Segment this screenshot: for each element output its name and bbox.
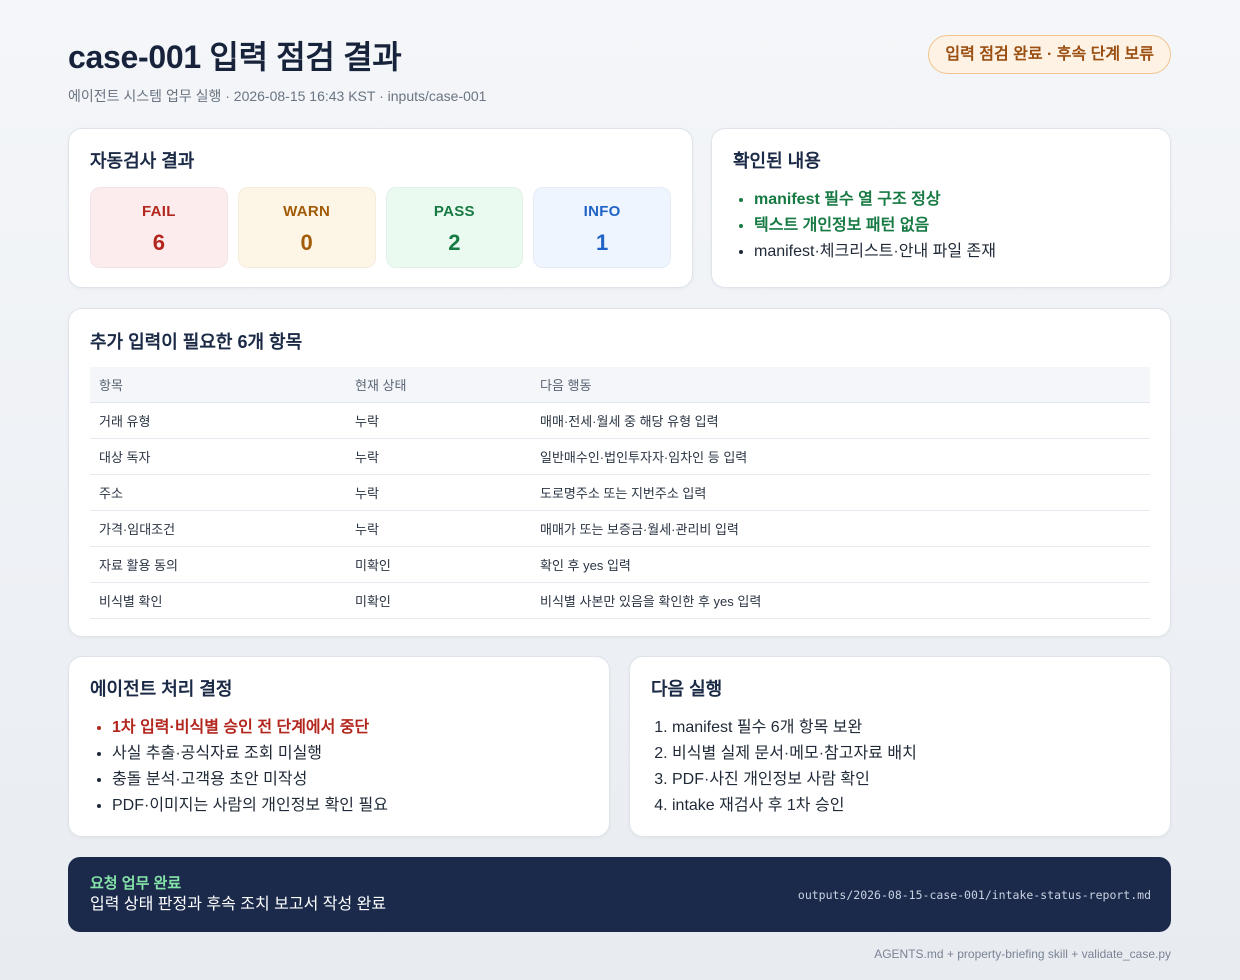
- cell-action: 매매가 또는 보증금·월세·관리비 입력: [531, 510, 1150, 547]
- card-title: 에이전트 처리 결정: [90, 679, 233, 699]
- cell-action: 일반매수인·법인투자자·임차인 등 입력: [531, 438, 1150, 475]
- cell-status: 누락: [346, 402, 531, 439]
- confirmed-card: 확인된 내용 manifest 필수 열 구조 정상 텍스트 개인정보 패턴 없…: [711, 128, 1171, 288]
- confirmed-list: manifest 필수 열 구조 정상 텍스트 개인정보 패턴 없음 manif…: [733, 187, 1149, 265]
- cell-status: 미확인: [346, 546, 531, 583]
- step-item: 비식별 실제 문서·메모·참고자료 배치: [672, 741, 1149, 767]
- decision-row: 에이전트 처리 결정 1차 입력·비식별 승인 전 단계에서 중단 사실 추출·…: [68, 656, 1171, 837]
- column-header-action: 다음 행동: [531, 367, 1150, 403]
- stat-count: 0: [300, 230, 313, 255]
- cell-action: 비식별 사본만 있음을 확인한 후 yes 입력: [531, 582, 1150, 619]
- stat-fail: FAIL 6: [90, 187, 228, 268]
- footnote: AGENTS.md + property-briefing skill + va…: [874, 947, 1171, 961]
- list-item: 충돌 분석·고객용 초안 미작성: [112, 767, 588, 793]
- cell-action: 확인 후 yes 입력: [531, 546, 1150, 583]
- stat-label: FAIL: [142, 203, 176, 220]
- card-title: 확인된 내용: [733, 151, 821, 171]
- missing-inputs-table: 항목 현재 상태 다음 행동 거래 유형 누락 매매·전세·월세 중 해당 유형…: [90, 367, 1150, 619]
- step-item: intake 재검사 후 1차 승인: [672, 793, 1149, 819]
- cell-item: 가격·임대조건: [90, 510, 346, 547]
- auto-check-card: 자동검사 결과 FAIL 6 WARN 0 PASS 2 INFO 1: [68, 128, 693, 288]
- list-item: manifest 필수 열 구조 정상: [754, 187, 1149, 213]
- summary-row: 자동검사 결과 FAIL 6 WARN 0 PASS 2 INFO 1 확인된 …: [68, 128, 1171, 288]
- list-item: 텍스트 개인정보 패턴 없음: [754, 213, 1149, 239]
- card-title: 자동검사 결과: [90, 151, 195, 171]
- cell-item: 대상 독자: [90, 438, 346, 475]
- cell-item: 거래 유형: [90, 402, 346, 439]
- next-steps-card: 다음 실행 manifest 필수 6개 항목 보완 비식별 실제 문서·메모·…: [629, 656, 1171, 837]
- next-steps-list: manifest 필수 6개 항목 보완 비식별 실제 문서·메모·참고자료 배…: [651, 715, 1149, 819]
- stat-info: INFO 1: [533, 187, 671, 268]
- cell-item: 비식별 확인: [90, 582, 346, 619]
- cell-status: 누락: [346, 510, 531, 547]
- stat-pass: PASS 2: [385, 187, 524, 268]
- missing-inputs-card: 추가 입력이 필요한 6개 항목 항목 현재 상태 다음 행동 거래 유형 누락…: [68, 308, 1171, 637]
- stat-label: INFO: [583, 203, 621, 220]
- table-row: 거래 유형 누락 매매·전세·월세 중 해당 유형 입력: [90, 402, 1150, 439]
- page-subtitle: 에이전트 시스템 업무 실행 · 2026-08-15 16:43 KST · …: [68, 88, 487, 104]
- step-item: PDF·사진 개인정보 사람 확인: [672, 767, 1149, 793]
- stat-count: 1: [596, 230, 609, 255]
- card-title: 추가 입력이 필요한 6개 항목: [90, 332, 303, 352]
- cell-action: 도로명주소 또는 지번주소 입력: [531, 474, 1150, 511]
- column-header-item: 항목: [90, 367, 346, 403]
- decision-list: 1차 입력·비식별 승인 전 단계에서 중단 사실 추출·공식자료 조회 미실행…: [90, 715, 588, 819]
- card-title: 다음 실행: [651, 679, 723, 699]
- completion-message: 입력 상태 판정과 후속 조치 보고서 작성 완료: [90, 895, 387, 913]
- cell-status: 미확인: [346, 582, 531, 619]
- page-title: case-001 입력 점검 결과: [68, 39, 402, 75]
- table-row: 주소 누락 도로명주소 또는 지번주소 입력: [90, 474, 1150, 511]
- column-header-status: 현재 상태: [346, 367, 531, 403]
- cell-action: 매매·전세·월세 중 해당 유형 입력: [531, 402, 1150, 439]
- completion-label: 요청 업무 완료: [90, 874, 182, 892]
- stat-label: PASS: [433, 203, 475, 220]
- cell-status: 누락: [346, 438, 531, 475]
- cell-status: 누락: [346, 474, 531, 511]
- table-row: 대상 독자 누락 일반매수인·법인투자자·임차인 등 입력: [90, 438, 1150, 475]
- status-badge: 입력 점검 완료 · 후속 단계 보류: [928, 35, 1171, 74]
- table-row: 자료 활용 동의 미확인 확인 후 yes 입력: [90, 546, 1150, 583]
- table-row: 가격·임대조건 누락 매매가 또는 보증금·월세·관리비 입력: [90, 510, 1150, 547]
- cell-item: 자료 활용 동의: [90, 546, 346, 583]
- list-item: PDF·이미지는 사람의 개인정보 확인 필요: [112, 793, 588, 819]
- stat-count: 6: [152, 230, 165, 255]
- list-item: 1차 입력·비식별 승인 전 단계에서 중단: [112, 715, 588, 741]
- agent-decision-card: 에이전트 처리 결정 1차 입력·비식별 승인 전 단계에서 중단 사실 추출·…: [68, 656, 610, 837]
- table-header-row: 항목 현재 상태 다음 행동: [90, 367, 1150, 403]
- cell-item: 주소: [90, 474, 346, 511]
- output-path: outputs/2026-08-15-case-001/intake-statu…: [797, 887, 1151, 902]
- stat-count: 2: [448, 230, 461, 255]
- list-item: 사실 추출·공식자료 조회 미실행: [112, 741, 588, 767]
- table-row: 비식별 확인 미확인 비식별 사본만 있음을 확인한 후 yes 입력: [90, 582, 1150, 619]
- stat-warn: WARN 0: [237, 187, 376, 268]
- step-item: manifest 필수 6개 항목 보완: [672, 715, 1149, 741]
- stat-label: WARN: [283, 203, 331, 220]
- completion-banner: 요청 업무 완료 입력 상태 판정과 후속 조치 보고서 작성 완료 outpu…: [68, 857, 1171, 932]
- list-item: manifest·체크리스트·안내 파일 존재: [754, 239, 1149, 265]
- completion-text: 요청 업무 완료 입력 상태 판정과 후속 조치 보고서 작성 완료: [90, 874, 386, 916]
- stat-grid: FAIL 6 WARN 0 PASS 2 INFO 1: [90, 187, 671, 268]
